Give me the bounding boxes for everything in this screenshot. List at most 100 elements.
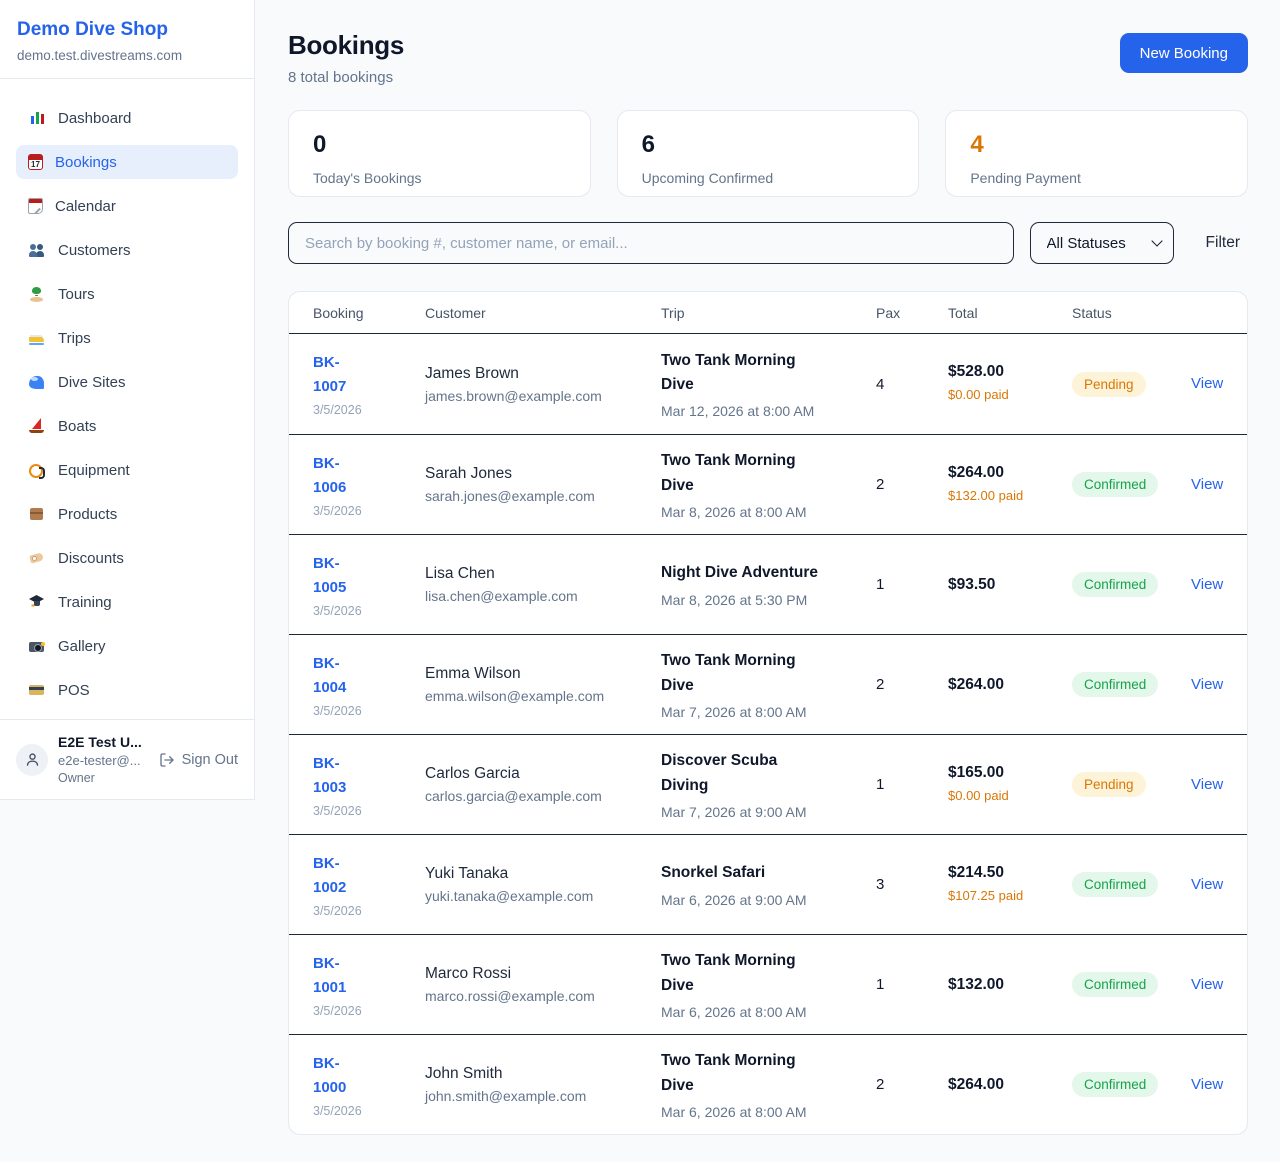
booking-date: 3/5/2026 [313, 1104, 425, 1118]
sign-out-button[interactable]: Sign Out [159, 752, 238, 768]
total-amount: $132.00 [948, 976, 1072, 994]
customer-email: carlos.garcia@example.com [425, 788, 661, 804]
sidebar-item-discounts[interactable]: Discounts [16, 541, 238, 575]
view-link[interactable]: View [1191, 876, 1223, 893]
sidebar-item-tours[interactable]: Tours [16, 277, 238, 311]
credit-card-icon [28, 682, 46, 698]
sidebar-item-customers[interactable]: Customers [16, 233, 238, 267]
page-subtitle: 8 total bookings [288, 69, 404, 86]
total-cell: $264.00 $132.00 paid [948, 464, 1072, 506]
bookings-table: BookingCustomerTripPaxTotalStatus BK-100… [288, 291, 1248, 1135]
pax-cell: 4 [876, 376, 948, 393]
view-cell: View [1191, 576, 1223, 594]
customer-cell: Marco Rossi marco.rossi@example.com [425, 965, 661, 1004]
booking-id-link[interactable]: BK-1003 [313, 752, 369, 800]
booking-id-link[interactable]: BK-1004 [313, 652, 369, 700]
sidebar-item-label: Gallery [58, 638, 106, 655]
graduation-cap-icon [28, 594, 46, 610]
view-link[interactable]: View [1191, 676, 1223, 693]
sidebar-item-label: Dashboard [58, 110, 131, 127]
booking-id-link[interactable]: BK-1005 [313, 552, 369, 600]
trip-cell: Discover Scuba Diving Mar 7, 2026 at 9:0… [661, 749, 876, 819]
trip-name: Two Tank Morning Dive [661, 349, 821, 397]
view-link[interactable]: View [1191, 576, 1223, 593]
table-body: BK-1007 3/5/2026 James Brown james.brown… [289, 334, 1247, 1134]
total-amount: $93.50 [948, 576, 1072, 594]
stat-card: 6 Upcoming Confirmed [617, 110, 920, 197]
booking-cell: BK-1007 3/5/2026 [313, 351, 425, 417]
status-cell: Pending [1072, 772, 1191, 797]
sidebar-item-label: Discounts [58, 550, 124, 567]
view-link[interactable]: View [1191, 1076, 1223, 1093]
column-header-booking: Booking [313, 305, 425, 321]
sidebar-item-products[interactable]: Products [16, 497, 238, 531]
table-row: BK-1005 3/5/2026 Lisa Chen lisa.chen@exa… [289, 534, 1247, 634]
total-cell: $132.00 [948, 976, 1072, 994]
new-booking-button[interactable]: New Booking [1120, 33, 1248, 73]
total-cell: $264.00 [948, 1076, 1072, 1094]
pax-cell: 1 [876, 776, 948, 793]
booking-date: 3/5/2026 [313, 1004, 425, 1018]
trip-datetime: Mar 6, 2026 at 8:00 AM [661, 1004, 876, 1020]
search-input[interactable] [288, 222, 1014, 264]
status-badge: Pending [1072, 772, 1146, 797]
sidebar-item-equipment[interactable]: Equipment [16, 453, 238, 487]
sidebar-item-label: Tours [58, 286, 95, 303]
calendar-date-icon [28, 154, 43, 170]
column-header-status: Status [1072, 305, 1191, 321]
booking-id-link[interactable]: BK-1002 [313, 852, 369, 900]
trip-cell: Snorkel Safari Mar 6, 2026 at 9:00 AM [661, 861, 876, 907]
trip-cell: Night Dive Adventure Mar 8, 2026 at 5:30… [661, 561, 876, 607]
shop-name: Demo Dive Shop [17, 19, 237, 41]
user-row: E2E Test U... e2e-tester@... Owner Sign … [0, 719, 254, 799]
sidebar-item-gallery[interactable]: Gallery [16, 629, 238, 663]
status-badge: Confirmed [1072, 1072, 1158, 1097]
package-icon [28, 506, 46, 522]
trip-cell: Two Tank Morning Dive Mar 6, 2026 at 8:0… [661, 949, 876, 1019]
status-select[interactable]: All Statuses [1030, 222, 1174, 264]
booking-cell: BK-1003 3/5/2026 [313, 752, 425, 818]
view-link[interactable]: View [1191, 476, 1223, 493]
sidebar-item-dashboard[interactable]: Dashboard [16, 101, 238, 135]
status-cell: Confirmed [1072, 472, 1191, 497]
booking-cell: BK-1005 3/5/2026 [313, 552, 425, 618]
trip-cell: Two Tank Morning Dive Mar 6, 2026 at 8:0… [661, 1049, 876, 1119]
booking-id-link[interactable]: BK-1007 [313, 351, 369, 399]
sidebar-header: Demo Dive Shop demo.test.divestreams.com [0, 0, 254, 79]
view-link[interactable]: View [1191, 375, 1223, 392]
sidebar-item-trips[interactable]: Trips [16, 321, 238, 355]
sidebar-item-pos[interactable]: POS [16, 673, 238, 707]
booking-id-link[interactable]: BK-1000 [313, 1052, 369, 1100]
status-cell: Confirmed [1072, 972, 1191, 997]
customer-email: emma.wilson@example.com [425, 688, 661, 704]
view-link[interactable]: View [1191, 976, 1223, 993]
person-icon [24, 751, 41, 768]
table-row: BK-1007 3/5/2026 James Brown james.brown… [289, 334, 1247, 434]
stats-row: 0 Today's Bookings 6 Upcoming Confirmed … [288, 110, 1248, 197]
customer-name: Yuki Tanaka [425, 865, 661, 883]
sidebar-item-calendar[interactable]: Calendar [16, 189, 238, 223]
sidebar-item-dive-sites[interactable]: Dive Sites [16, 365, 238, 399]
paid-amount: $107.25 paid [948, 887, 1040, 906]
pax-cell: 2 [876, 476, 948, 493]
customer-cell: Yuki Tanaka yuki.tanaka@example.com [425, 865, 661, 904]
paid-amount: $132.00 paid [948, 487, 1040, 506]
pax-cell: 2 [876, 1076, 948, 1093]
booking-id-link[interactable]: BK-1001 [313, 952, 369, 1000]
sidebar-item-training[interactable]: Training [16, 585, 238, 619]
view-link[interactable]: View [1191, 776, 1223, 793]
booking-id-link[interactable]: BK-1006 [313, 452, 369, 500]
booking-date: 3/5/2026 [313, 904, 425, 918]
column-header-pax: Pax [876, 305, 948, 321]
booking-date: 3/5/2026 [313, 804, 425, 818]
total-amount: $165.00 [948, 764, 1072, 782]
filter-button[interactable]: Filter [1198, 234, 1248, 252]
status-cell: Confirmed [1072, 872, 1191, 897]
status-select-wrap: All Statuses [1030, 222, 1174, 264]
speedboat-icon [28, 330, 46, 346]
table-row: BK-1003 3/5/2026 Carlos Garcia carlos.ga… [289, 734, 1247, 834]
sidebar-item-bookings[interactable]: Bookings [16, 145, 238, 179]
total-cell: $165.00 $0.00 paid [948, 764, 1072, 806]
sidebar-item-boats[interactable]: Boats [16, 409, 238, 443]
customer-cell: Lisa Chen lisa.chen@example.com [425, 565, 661, 604]
